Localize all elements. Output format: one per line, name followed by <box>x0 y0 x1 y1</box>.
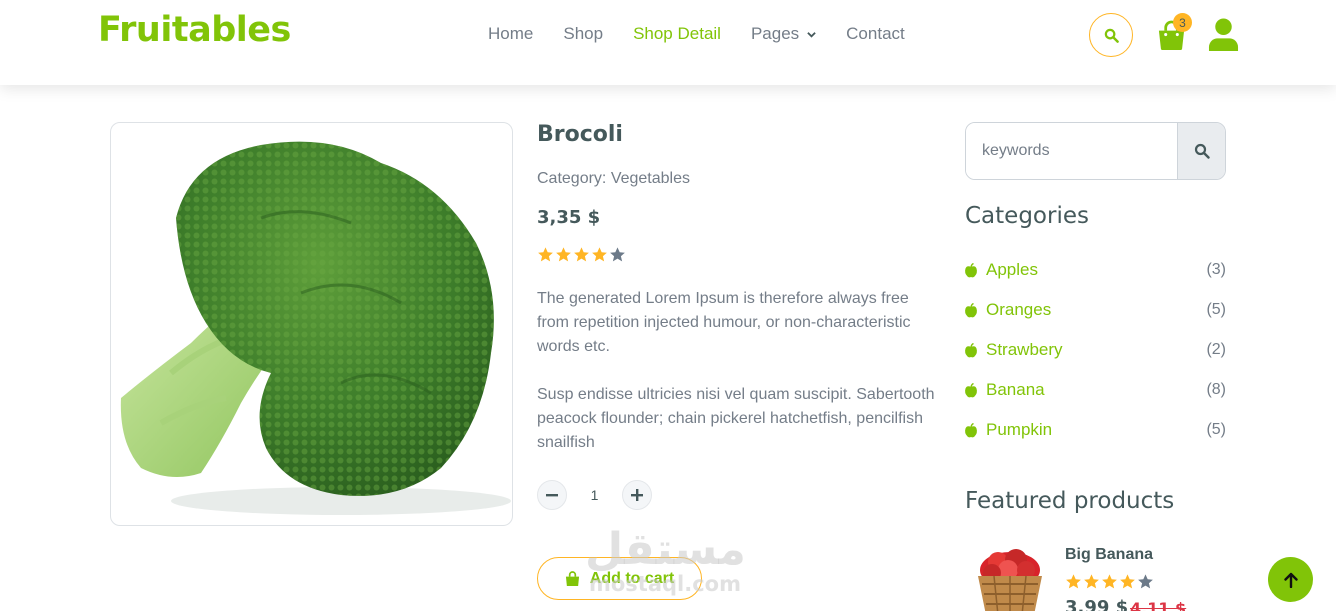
cart-count-badge: 3 <box>1173 13 1192 32</box>
back-to-top-button[interactable] <box>1268 557 1313 602</box>
category-left: Strawbery <box>964 340 1063 360</box>
sidebar-search <box>965 122 1226 180</box>
add-to-cart-button[interactable]: Add to cart <box>537 557 702 600</box>
category-item-apples[interactable]: Apples (3) <box>964 250 1226 290</box>
featured-products-heading: Featured products <box>965 488 1175 514</box>
quantity-value[interactable]: 1 <box>567 487 622 503</box>
featured-product-price: 3.99 $ <box>1065 597 1129 611</box>
chevron-down-icon <box>807 31 816 38</box>
category-name: Pumpkin <box>986 420 1053 439</box>
shopping-bag-icon <box>565 570 579 586</box>
category-count: (3) <box>1206 261 1226 278</box>
star-filled-icon <box>574 247 589 262</box>
featured-product-image[interactable] <box>970 540 1050 611</box>
user-icon[interactable] <box>1208 18 1239 51</box>
keywords-search-input[interactable] <box>966 123 1177 179</box>
product-rating <box>537 246 627 263</box>
nav-link-home[interactable]: Home <box>488 23 533 45</box>
search-icon <box>1194 143 1210 159</box>
category-item-pumpkin[interactable]: Pumpkin (5) <box>964 410 1226 450</box>
apple-icon <box>965 342 977 357</box>
navbar: Fruitables Home Shop Shop Detail Pages C… <box>0 0 1336 85</box>
nav-link-shop-detail[interactable]: Shop Detail <box>633 23 721 45</box>
category-item-banana[interactable]: Banana (8) <box>964 370 1226 410</box>
category-name: Banana <box>986 380 1045 399</box>
product-image <box>110 122 513 526</box>
star-filled-icon <box>556 247 571 262</box>
increase-quantity-button[interactable] <box>622 480 652 510</box>
star-filled-icon <box>538 247 553 262</box>
arrow-up-icon <box>1283 572 1298 588</box>
category-count: (8) <box>1206 381 1226 398</box>
quantity-stepper: 1 <box>537 480 652 510</box>
apple-icon <box>965 382 977 397</box>
apple-icon <box>965 262 977 277</box>
category-list: Apples (3) Oranges (5) Strawbery (2) Ban… <box>964 250 1226 450</box>
search-button[interactable] <box>1089 13 1133 57</box>
star-empty-icon <box>610 247 625 262</box>
product-price: 3,35 $ <box>537 207 601 228</box>
apple-icon <box>965 302 977 317</box>
star-filled-icon <box>592 247 607 262</box>
category-item-strawbery[interactable]: Strawbery (2) <box>964 330 1226 370</box>
nav-link-pages[interactable]: Pages <box>751 23 816 45</box>
product-description-1: The generated Lorem Ipsum is therefore a… <box>537 290 911 355</box>
product-description-2: Susp endisse ultricies nisi vel quam sus… <box>537 386 935 451</box>
star-filled-icon <box>1084 574 1099 589</box>
add-to-cart-label: Add to cart <box>589 569 675 587</box>
star-filled-icon <box>1120 574 1135 589</box>
category-name: Apples <box>986 260 1038 279</box>
product-category: Category: Vegetables <box>537 170 690 187</box>
category-left: Oranges <box>964 300 1051 320</box>
minus-icon <box>546 494 558 497</box>
category-left: Pumpkin <box>964 420 1052 440</box>
star-filled-icon <box>1066 574 1081 589</box>
broccoli-image <box>120 141 511 515</box>
nav-link-shop[interactable]: Shop <box>563 23 603 45</box>
category-count: (5) <box>1206 421 1226 438</box>
plus-icon <box>631 489 643 501</box>
categories-heading: Categories <box>965 203 1089 229</box>
category-count: (2) <box>1206 341 1226 358</box>
apple-icon <box>965 422 977 437</box>
nav-links: Home Shop Shop Detail Pages Contact <box>488 23 935 45</box>
brand-logo[interactable]: Fruitables <box>98 10 291 50</box>
featured-product-old-price: 4.11 $ <box>1130 599 1187 611</box>
search-icon <box>1104 28 1119 43</box>
category-item-oranges[interactable]: Oranges (5) <box>964 290 1226 330</box>
category-name: Strawbery <box>986 340 1063 359</box>
nav-link-pages-label: Pages <box>750 24 800 43</box>
featured-product-rating <box>1065 573 1155 590</box>
sidebar-search-button[interactable] <box>1177 123 1225 179</box>
category-left: Apples <box>964 260 1038 280</box>
product-title: Brocoli <box>537 122 623 147</box>
category-count: (5) <box>1206 301 1226 318</box>
decrease-quantity-button[interactable] <box>537 480 567 510</box>
featured-product-name[interactable]: Big Banana <box>1065 546 1153 564</box>
star-filled-icon <box>1102 574 1117 589</box>
category-left: Banana <box>964 380 1045 400</box>
star-empty-icon <box>1138 574 1153 589</box>
category-name: Oranges <box>986 300 1052 319</box>
nav-link-contact[interactable]: Contact <box>846 23 905 45</box>
